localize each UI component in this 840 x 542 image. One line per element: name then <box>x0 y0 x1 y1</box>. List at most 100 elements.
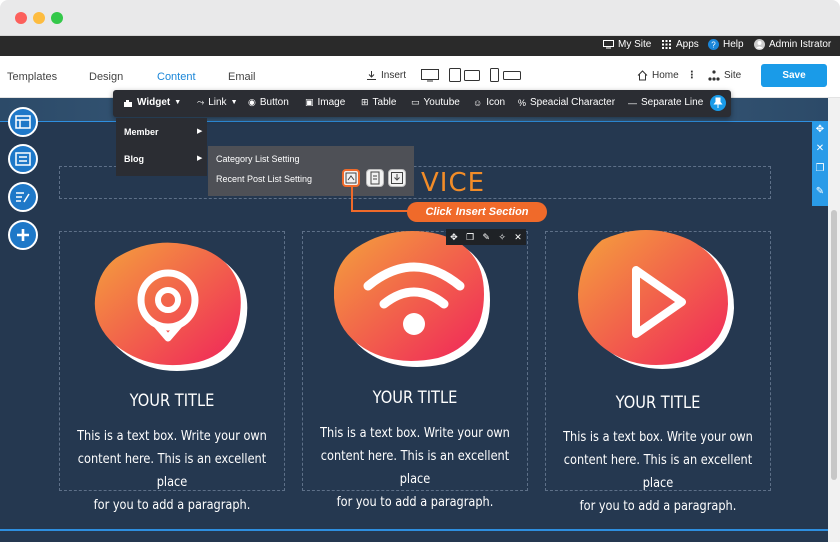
column-title[interactable]: YOUR TITLE <box>561 393 755 413</box>
tab-design[interactable]: Design <box>89 71 123 83</box>
apps-link[interactable]: Apps <box>661 39 699 50</box>
column-text[interactable]: This is a text box. Write your own conte… <box>563 426 753 518</box>
help-link[interactable]: ? Help <box>708 39 744 50</box>
window-maximize-dot[interactable] <box>51 12 63 24</box>
page-manager-button[interactable] <box>8 107 38 137</box>
widget-label: Widget <box>137 97 171 108</box>
menu-item-category-list-setting[interactable]: Category List Setting <box>216 154 300 164</box>
link-label: Link <box>208 97 227 108</box>
move-icon[interactable]: ✥ <box>450 232 458 243</box>
caret-down-icon: ▼ <box>174 99 182 106</box>
download-icon <box>367 71 376 80</box>
text-line: content here. This is an excellent place <box>563 452 753 491</box>
plus-icon <box>17 229 29 241</box>
special-character-tool[interactable]: % Speacial Character <box>518 97 615 108</box>
copy-icon[interactable]: ❐ <box>466 232 474 243</box>
chevron-right-icon: ▶ <box>197 128 203 135</box>
puzzle-icon <box>124 99 132 107</box>
tab-templates[interactable]: Templates <box>7 71 57 83</box>
text-line: This is a text box. Write your own <box>77 428 267 444</box>
table-icon: ⊞ <box>361 97 369 107</box>
more-vertical-icon[interactable]: ⋮ <box>687 70 697 81</box>
table-tool[interactable]: ⊞ Table <box>361 97 396 108</box>
text-line: for you to add a paragraph. <box>93 497 251 513</box>
menu-item-recent-post-list-setting[interactable]: Recent Post List Setting <box>216 174 312 184</box>
home-page-selector[interactable]: Home ⋮ <box>637 70 697 81</box>
separate-line-tool[interactable]: — Separate Line <box>628 97 703 108</box>
widget-menu[interactable]: Widget ▼ <box>123 97 181 108</box>
column-text[interactable]: This is a text box. Write your own conte… <box>77 425 267 517</box>
section-heading[interactable]: VICE <box>421 168 485 198</box>
feature-column-1: YOUR TITLE This is a text box. Write you… <box>59 231 285 513</box>
copy-icon[interactable]: ❐ <box>815 164 825 174</box>
menu-item-blog[interactable]: Blog <box>124 154 144 164</box>
edit-icon[interactable]: ✎ <box>815 187 825 197</box>
insert-button[interactable]: Insert <box>366 70 406 81</box>
vertical-scrollbar[interactable] <box>828 98 840 542</box>
callout-text: Insert Section <box>455 206 529 218</box>
text-line: This is a text box. Write your own <box>563 429 753 445</box>
insert-section-icon[interactable] <box>342 169 360 187</box>
document-settings-icon[interactable] <box>366 169 384 187</box>
button-tool[interactable]: ◉ Button <box>248 97 289 108</box>
download-section-icon[interactable] <box>388 169 406 187</box>
home-label: Home <box>652 70 679 81</box>
link-menu[interactable]: ⤳ Link ▼ <box>197 97 238 108</box>
icon-label: Icon <box>486 97 506 108</box>
icon-tool-icon: ☺ <box>473 97 483 108</box>
section-bottom-border <box>0 529 828 531</box>
table-label: Table <box>372 97 397 108</box>
section-manager-button[interactable] <box>8 144 38 174</box>
move-icon[interactable]: ✥ <box>815 125 825 135</box>
close-icon[interactable]: ✕ <box>815 144 825 154</box>
column-title[interactable]: YOUR TITLE <box>75 391 269 411</box>
apps-label: Apps <box>676 39 699 50</box>
window-close-dot[interactable] <box>15 12 27 24</box>
callout-connector <box>351 187 353 212</box>
pin-icon <box>713 97 723 108</box>
add-section-button[interactable] <box>8 220 38 250</box>
edit-list-icon <box>16 192 30 203</box>
help-label: Help <box>723 39 744 50</box>
avatar-icon <box>754 39 765 50</box>
close-icon[interactable]: ✕ <box>514 232 522 243</box>
image-tool[interactable]: ▣ Image <box>305 97 345 108</box>
column-text[interactable]: This is a text box. Write your own conte… <box>320 422 510 514</box>
text-line: This is a text box. Write your own <box>320 425 510 441</box>
magic-wand-icon[interactable]: ✧ <box>498 232 506 243</box>
pin-button[interactable] <box>710 95 726 111</box>
apps-grid-icon <box>662 40 671 49</box>
element-mini-toolbar: ✥ ❐ ✎ ✧ ✕ <box>446 229 526 245</box>
tab-email[interactable]: Email <box>228 71 256 83</box>
layout-icon <box>15 115 31 129</box>
insert-section-callout: Click Insert Section <box>407 202 547 222</box>
insert-label: Insert <box>381 70 407 81</box>
save-button[interactable]: Save <box>761 64 827 87</box>
special-character-icon: % <box>518 97 527 108</box>
tablet-view-icon[interactable] <box>449 68 481 82</box>
my-site-link[interactable]: My Site <box>603 39 651 50</box>
desktop-view-icon[interactable] <box>421 69 439 82</box>
widget-menu-bar: Widget ▼ ⤳ Link ▼ ◉ Button ▣ Image ⊞ Tab… <box>113 90 731 117</box>
image-label: Image <box>317 97 346 108</box>
site-menu[interactable]: Site <box>708 70 741 81</box>
menu-item-member[interactable]: Member <box>124 127 159 137</box>
youtube-tool[interactable]: ▭ Youtube <box>411 97 460 108</box>
separate-line-label: Separate Line <box>641 97 704 108</box>
my-site-label: My Site <box>618 39 652 50</box>
mobile-view-icon[interactable] <box>490 68 522 82</box>
icon-tool[interactable]: ☺ Icon <box>473 97 505 108</box>
button-icon: ◉ <box>248 97 256 107</box>
window-minimize-dot[interactable] <box>33 12 45 24</box>
content-edit-button[interactable] <box>8 182 38 212</box>
feature-column-2: YOUR TITLE This is a text box. Write you… <box>302 231 528 510</box>
section-side-tools: ✥ ✕ ❐ ✎ <box>812 121 828 206</box>
edit-icon[interactable]: ✎ <box>482 232 490 243</box>
column-title[interactable]: YOUR TITLE <box>318 388 512 408</box>
user-menu[interactable]: Admin Istrator <box>754 39 831 50</box>
scroll-thumb[interactable] <box>831 210 837 480</box>
separator-icon: — <box>628 97 637 108</box>
youtube-label: Youtube <box>423 97 460 108</box>
tab-content[interactable]: Content <box>157 71 196 83</box>
help-icon: ? <box>708 39 719 50</box>
